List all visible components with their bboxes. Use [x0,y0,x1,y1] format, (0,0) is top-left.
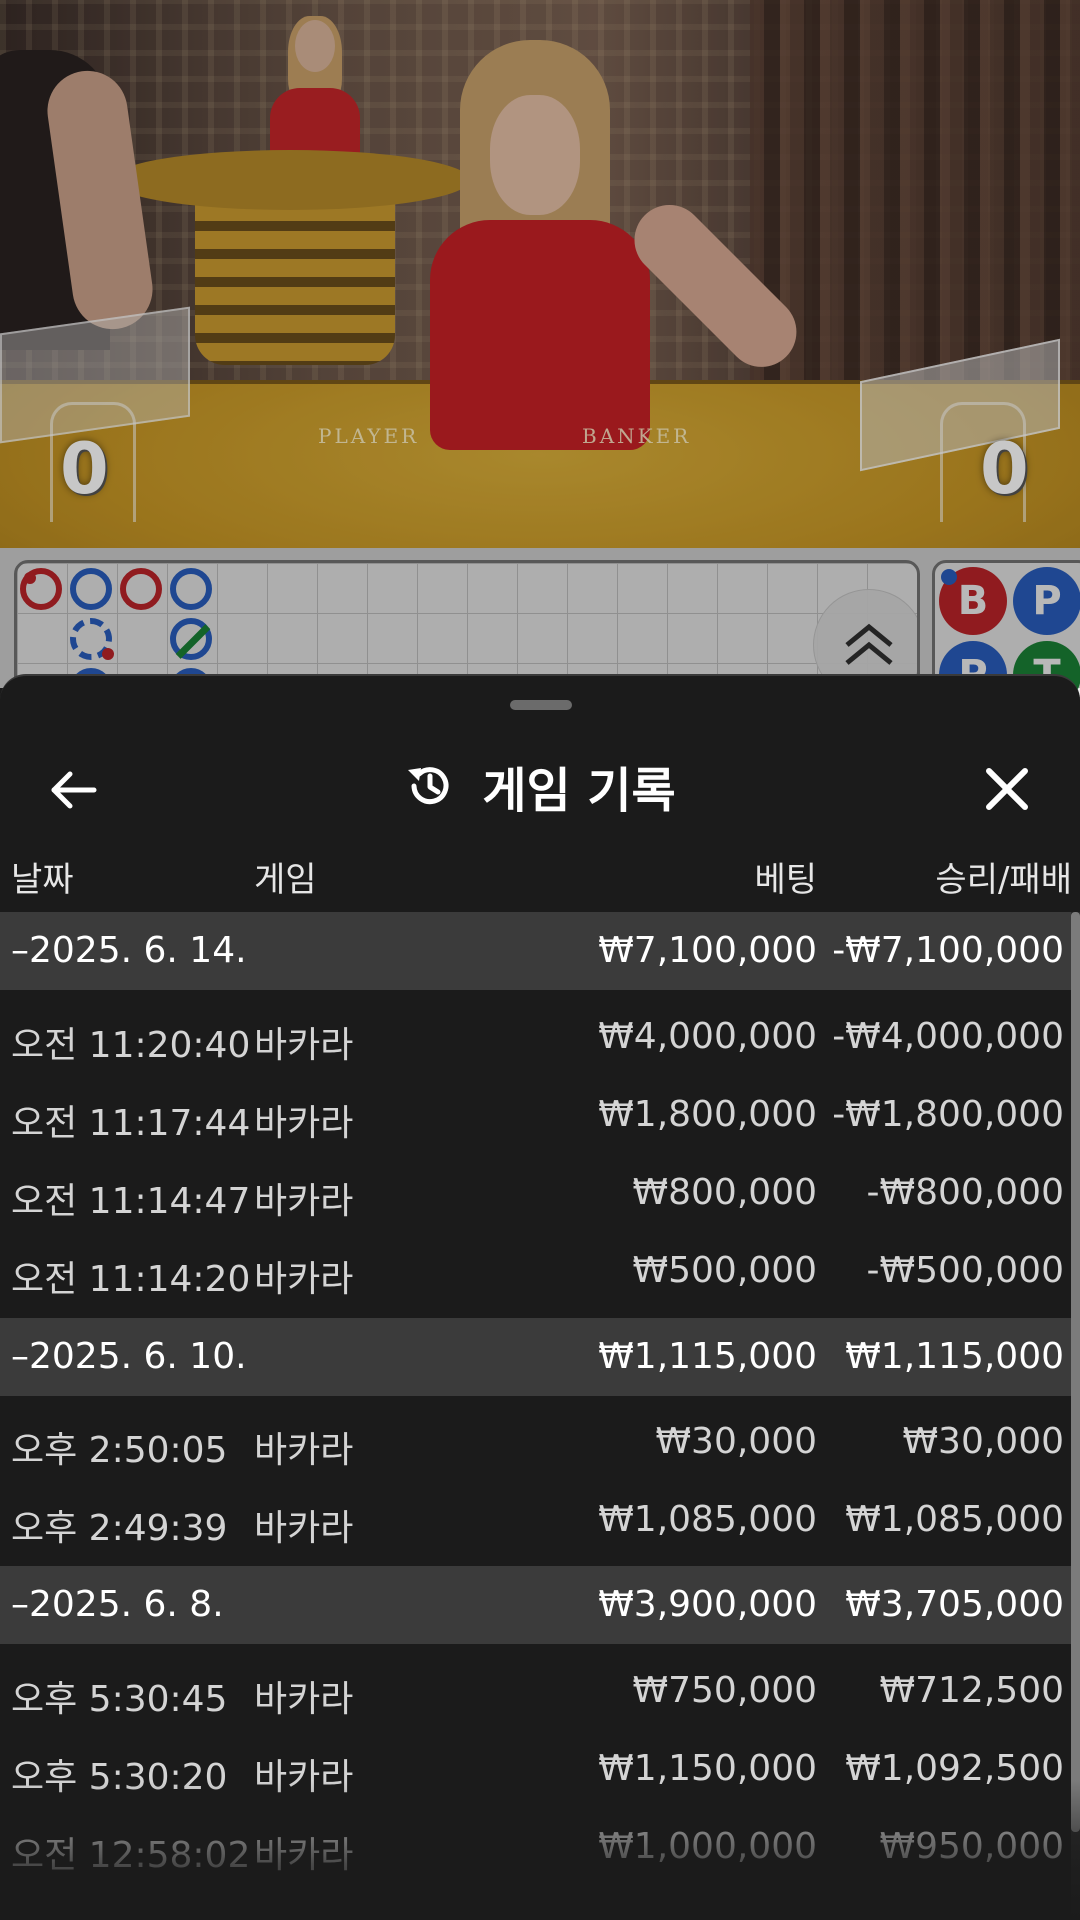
group-result-total: -₩7,100,000 [832,930,1064,971]
row-time: 오후 2:49:39 [11,1508,228,1549]
title-group: 게임 기록 [0,736,1080,836]
row-result: ₩30,000 [902,1421,1064,1462]
date-group-row[interactable]: –2025. 6. 14. ₩7,100,000 -₩7,100,000 [0,912,1072,990]
row-time: 오후 5:30:45 [11,1679,228,1720]
group-result-total: ₩3,705,000 [845,1584,1064,1625]
row-game: 바카라 [254,1430,354,1471]
history-row[interactable]: 오후 5:30:20 바카라 ₩1,150,000 ₩1,092,500 [0,1730,1072,1808]
player-pill-label: P [1032,578,1062,624]
column-header-bet: 베팅 [754,860,817,900]
bead-banker [120,568,162,610]
history-column-headers: 날짜 게임 베팅 승리/패배 [0,840,1080,912]
row-time: 오전 12:58:02 [11,1835,251,1876]
row-time: 오전 11:20:40 [11,1025,251,1066]
row-game: 바카라 [254,1679,354,1720]
scoreboard-area: B P P T [0,548,1080,700]
row-result: -₩500,000 [866,1250,1064,1291]
history-row[interactable]: 오후 2:50:05 바카라 ₩30,000 ₩30,000 [0,1403,1072,1481]
group-date: –2025. 6. 14. [11,930,247,971]
app-root: PLAYER BANKER 0 0 B P 게임 기록 날짜 게임 베팅 승리/… [0,0,1080,1920]
scrollbar-thumb[interactable] [1071,912,1080,1832]
group-date: –2025. 6. 10. [11,1336,247,1377]
row-bet: ₩30,000 [655,1421,817,1462]
row-bet: ₩800,000 [632,1172,817,1213]
group-date: –2025. 6. 8. [11,1584,224,1625]
banker-pill-label: B [957,578,989,624]
row-time: 오후 5:30:20 [11,1757,228,1798]
sheet-header: 게임 기록 [0,736,1080,836]
row-bet: ₩1,085,000 [598,1499,817,1540]
row-game: 바카라 [254,1757,354,1798]
date-group-row[interactable]: –2025. 6. 8. ₩3,900,000 ₩3,705,000 [0,1566,1072,1644]
history-row[interactable]: 오전 11:14:47 바카라 ₩800,000 -₩800,000 [0,1154,1072,1232]
row-result: -₩1,800,000 [832,1094,1064,1135]
back-button[interactable] [44,760,104,820]
row-bet: ₩500,000 [632,1250,817,1291]
history-row[interactable]: 오후 5:30:45 바카라 ₩750,000 ₩712,500 [0,1652,1072,1730]
history-row[interactable]: 오전 11:14:20 바카라 ₩500,000 -₩500,000 [0,1232,1072,1310]
sheet-title: 게임 기록 [482,763,676,819]
row-game: 바카라 [254,1259,354,1300]
row-result: -₩800,000 [866,1172,1064,1213]
history-scrollbar[interactable] [1071,912,1080,1920]
row-game: 바카라 [254,1835,354,1876]
history-row[interactable]: 오전 11:17:44 바카라 ₩1,800,000 -₩1,800,000 [0,1076,1072,1154]
column-header-game: 게임 [254,860,317,900]
bead-player [170,568,212,610]
row-result: ₩712,500 [879,1670,1064,1711]
row-game: 바카라 [254,1103,354,1144]
row-bet: ₩750,000 [632,1670,817,1711]
group-result-total: ₩1,115,000 [845,1336,1064,1377]
live-video-feed: PLAYER BANKER 0 0 [0,0,1080,548]
date-group-row[interactable]: –2025. 6. 10. ₩1,115,000 ₩1,115,000 [0,1318,1072,1396]
row-game: 바카라 [254,1181,354,1222]
row-game: 바카라 [254,1025,354,1066]
row-result: -₩4,000,000 [832,1016,1064,1057]
arrow-left-icon [51,771,97,809]
history-icon [408,767,449,805]
bead-banker [20,568,62,610]
chevron-double-up-icon [845,623,893,665]
row-time: 오전 11:17:44 [11,1103,251,1144]
row-result: ₩950,000 [879,1826,1064,1867]
history-row[interactable]: 오전 12:58:02 바카라 ₩1,000,000 ₩950,000 [0,1808,1072,1886]
row-bet: ₩1,800,000 [598,1094,817,1135]
history-row[interactable]: 오전 11:20:40 바카라 ₩4,000,000 -₩4,000,000 [0,998,1072,1076]
row-bet: ₩1,000,000 [598,1826,817,1867]
group-bet-total: ₩3,900,000 [598,1584,817,1625]
bead-player-tie [170,618,212,660]
sheet-drag-handle[interactable] [510,700,572,710]
column-header-date: 날짜 [11,860,74,900]
row-bet: ₩4,000,000 [598,1016,817,1057]
group-bet-total: ₩1,115,000 [598,1336,817,1377]
video-dim-overlay [0,0,1080,548]
row-time: 오후 2:50:05 [11,1430,228,1471]
history-table[interactable]: –2025. 6. 14. ₩7,100,000 -₩7,100,000 오전 … [0,912,1080,1920]
bead-player [70,568,112,610]
history-row[interactable]: 오후 2:49:39 바카라 ₩1,085,000 ₩1,085,000 [0,1481,1072,1559]
group-bet-total: ₩7,100,000 [598,930,817,971]
row-time: 오전 11:14:20 [11,1259,251,1300]
player-pill[interactable]: P [1013,567,1080,635]
bead-player [70,618,114,660]
close-button[interactable] [976,758,1038,820]
column-header-result: 승리/패배 [935,860,1072,900]
row-result: ₩1,085,000 [845,1499,1064,1540]
row-time: 오전 11:14:47 [11,1181,251,1222]
banker-pill[interactable]: B [939,567,1007,635]
close-icon [986,768,1028,810]
row-result: ₩1,092,500 [845,1748,1064,1789]
row-game: 바카라 [254,1508,354,1549]
row-bet: ₩1,150,000 [598,1748,817,1789]
